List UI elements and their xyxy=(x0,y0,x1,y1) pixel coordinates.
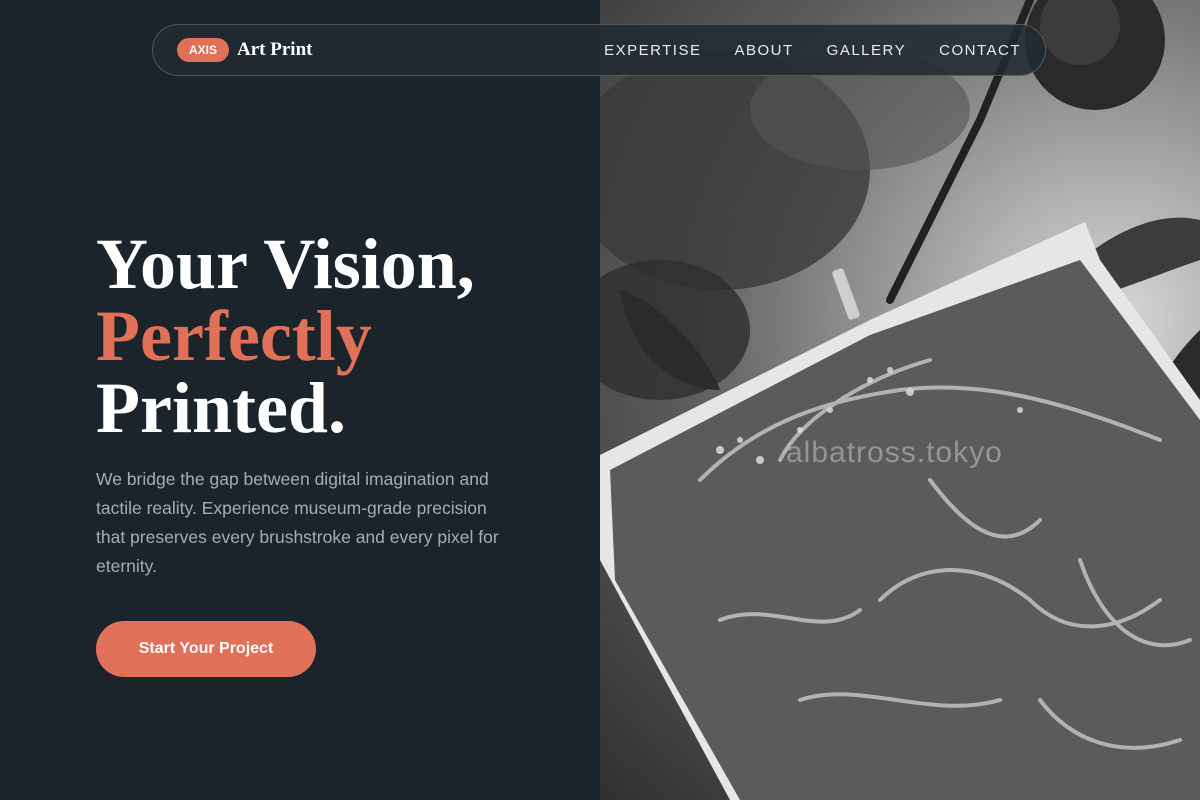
brand-logo[interactable]: AXIS Art Print xyxy=(177,38,312,62)
nav-link-gallery[interactable]: GALLERY xyxy=(827,42,906,59)
nav-link-contact[interactable]: CONTACT xyxy=(939,42,1021,59)
brand-badge: AXIS xyxy=(177,38,230,62)
nav-link-expertise[interactable]: EXPERTISE xyxy=(604,42,701,59)
hero-heading-line-2: Perfectly xyxy=(96,296,372,376)
nav-links: EXPERTISE ABOUT GALLERY CONTACT xyxy=(604,42,1021,59)
hero-heading-line-1: Your Vision, xyxy=(96,224,475,304)
hero-description: We bridge the gap between digital imagin… xyxy=(96,469,499,576)
top-navbar: AXIS Art Print EXPERTISE ABOUT GALLERY C… xyxy=(152,24,1046,76)
hero-heading: Your Vision, Perfectly Printed. xyxy=(96,228,475,444)
start-project-button[interactable]: Start Your Project xyxy=(96,621,316,677)
watermark-text: albatross.tokyo xyxy=(786,436,1003,469)
hero-photo-illustration xyxy=(600,0,1200,800)
nav-link-about[interactable]: ABOUT xyxy=(734,42,793,59)
brand-name: Art Print xyxy=(237,39,313,60)
hero-image: albatross.tokyo xyxy=(600,0,1200,800)
hero-heading-line-3: Printed. xyxy=(96,368,346,448)
